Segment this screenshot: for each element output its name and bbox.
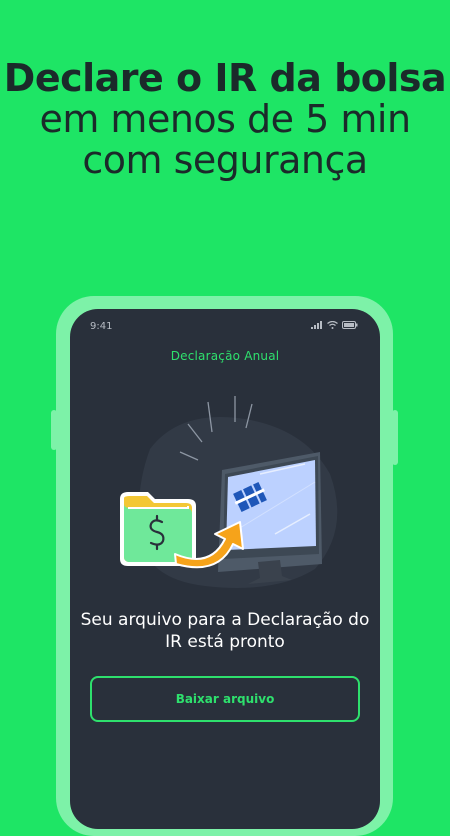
folder-icon <box>120 492 196 566</box>
download-file-button[interactable]: Baixar arquivo <box>90 676 360 722</box>
headline: Declare o IR da bolsa em menos de 5 min … <box>0 58 450 181</box>
phone-side-button-right <box>392 410 398 465</box>
screen-title: Declaração Anual <box>170 349 280 363</box>
status-time: 9:41 <box>90 321 113 332</box>
status-icons <box>311 321 358 329</box>
battery-icon <box>342 321 358 329</box>
monitor-icon <box>218 452 322 584</box>
wifi-icon <box>327 321 338 329</box>
ready-message: Seu arquivo para a Declaração do IR está… <box>80 610 370 652</box>
headline-bold: Declare o IR da bolsa <box>3 56 447 100</box>
phone-side-button-left <box>51 410 57 450</box>
phone-screen: 9:41 Declaração Anual Seu arquivo para a… <box>70 309 380 829</box>
declaration-illustration <box>120 396 338 588</box>
headline-regular: em menos de 5 min com segurança <box>39 97 411 182</box>
signal-icon <box>311 321 322 329</box>
